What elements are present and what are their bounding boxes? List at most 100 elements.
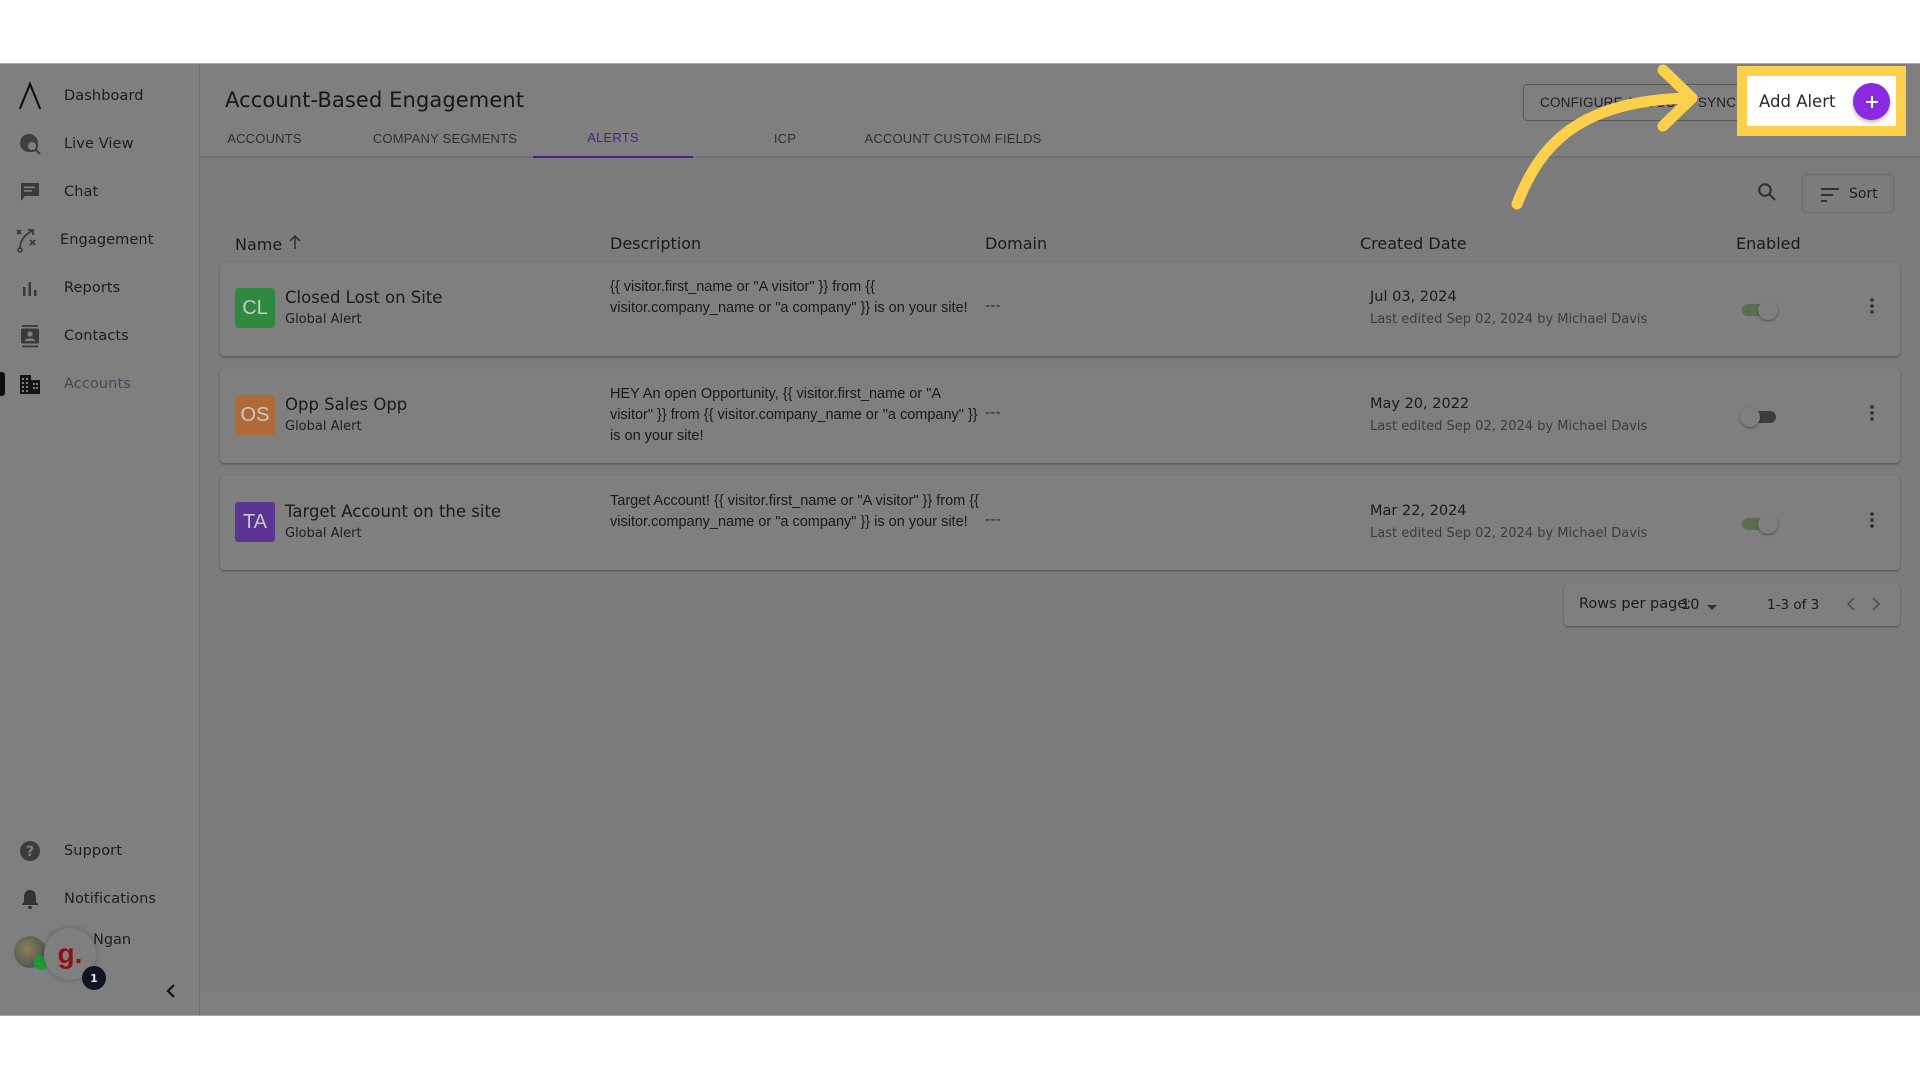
sidebar-item-chat[interactable]: Chat	[0, 172, 199, 212]
configure-account-sync-button[interactable]: CONFIGURE ACCOUNT SYNC	[1523, 84, 1753, 121]
add-alert-button[interactable]: Add Alert	[1747, 76, 1896, 126]
alert-avatar: TA	[235, 502, 275, 542]
enabled-toggle[interactable]	[1740, 300, 1778, 320]
alert-name: Closed Lost on Site	[285, 288, 443, 307]
table-row[interactable]: OS Opp Sales Opp Global Alert HEY An ope…	[220, 369, 1900, 463]
tab-accounts[interactable]: ACCOUNTS	[212, 118, 317, 158]
sidebar-item-contacts[interactable]: Contacts	[0, 316, 199, 356]
enabled-toggle[interactable]	[1740, 514, 1778, 534]
row-menu-button[interactable]	[1860, 296, 1884, 320]
alert-description: {{ visitor.first_name or "A visitor" }} …	[610, 279, 968, 316]
page-header: Account-Based Engagement ACCOUNTS COMPAN…	[200, 64, 1920, 158]
sidebar-item-label: Contacts	[64, 328, 129, 344]
rows-per-page-select[interactable]: 10	[1681, 594, 1721, 616]
sidebar-item-support[interactable]: ? Support	[0, 831, 199, 871]
chevron-right-icon	[1872, 596, 1881, 615]
last-edited: Last edited Sep 02, 2024 by Michael Davi…	[1370, 312, 1648, 327]
created-date: Jul 03, 2024	[1370, 289, 1457, 305]
tab-company-segments[interactable]: COMPANY SEGMENTS	[365, 118, 525, 158]
app-screenshot: Dashboard Live View Chat Engagement Repo…	[0, 63, 1920, 1016]
row-menu-button[interactable]	[1860, 403, 1884, 427]
alert-domain: ---	[985, 512, 1001, 528]
sidebar-item-engagement[interactable]: Engagement	[0, 220, 199, 260]
notification-badge: 1	[82, 966, 106, 990]
sidebar-item-label: Support	[64, 843, 123, 859]
sidebar-item-label: Accounts	[64, 376, 131, 392]
collapse-sidebar-button[interactable]	[160, 982, 182, 1004]
page-title: Account-Based Engagement	[225, 88, 525, 112]
row-menu-button[interactable]	[1860, 510, 1884, 534]
alert-avatar: CL	[235, 288, 275, 328]
more-vertical-icon	[1870, 512, 1874, 532]
alert-type: Global Alert	[285, 419, 362, 434]
alert-domain: ---	[985, 298, 1001, 314]
sidebar-item-accounts[interactable]: Accounts	[0, 364, 199, 404]
alert-type: Global Alert	[285, 526, 362, 541]
sidebar-item-dashboard[interactable]: Dashboard	[0, 76, 199, 116]
strategy-icon	[14, 228, 38, 253]
alert-name: Target Account on the site	[285, 502, 502, 521]
rows-per-page-label: Rows per page:	[1579, 596, 1692, 612]
table-row[interactable]: TA Target Account on the site Global Ale…	[220, 476, 1900, 570]
add-alert-label: Add Alert	[1759, 91, 1836, 111]
last-edited: Last edited Sep 02, 2024 by Michael Davi…	[1370, 419, 1648, 434]
bar-chart-icon	[18, 276, 42, 300]
main-content: Account-Based Engagement ACCOUNTS COMPAN…	[200, 64, 1920, 1015]
help-circle-icon: ?	[18, 839, 42, 863]
globe-search-icon	[18, 132, 42, 156]
building-icon	[18, 372, 42, 396]
created-date: Mar 22, 2024	[1370, 503, 1467, 519]
sidebar-item-notifications[interactable]: Notifications	[0, 879, 199, 919]
created-date: May 20, 2022	[1370, 396, 1470, 412]
sidebar-item-label: Reports	[64, 280, 121, 296]
column-label: Name	[235, 234, 283, 254]
sidebar-item-label: Dashboard	[64, 88, 144, 104]
sidebar-item-label: Chat	[64, 184, 99, 200]
add-alert-highlight: Add Alert	[1737, 66, 1906, 136]
sort-ascending-icon	[288, 234, 302, 254]
bell-icon	[18, 887, 42, 911]
alert-type: Global Alert	[285, 312, 362, 327]
caret-down-icon	[1707, 596, 1718, 615]
column-header-created-date: Created Date	[1360, 234, 1467, 253]
column-header-name[interactable]: Name	[235, 234, 302, 254]
table-row[interactable]: CL Closed Lost on Site Global Alert {{ v…	[220, 262, 1900, 356]
contacts-icon	[18, 324, 42, 348]
next-page-button[interactable]	[1866, 594, 1886, 616]
user-name: Ngan	[93, 932, 132, 948]
search-icon	[1757, 182, 1777, 206]
footer-strip	[200, 991, 1920, 1015]
last-edited: Last edited Sep 02, 2024 by Michael Davi…	[1370, 526, 1648, 541]
column-header-description: Description	[610, 234, 702, 253]
logo-caret-icon	[18, 81, 42, 110]
more-vertical-icon	[1870, 298, 1874, 318]
tab-account-custom-fields[interactable]: ACCOUNT CUSTOM FIELDS	[848, 118, 1058, 158]
plus-icon	[1853, 83, 1890, 120]
sidebar-item-reports[interactable]: Reports	[0, 268, 199, 308]
pagination: Rows per page: 10 1-3 of 3	[1564, 584, 1900, 626]
tab-icp[interactable]: ICP	[730, 118, 840, 158]
more-vertical-icon	[1870, 405, 1874, 425]
active-indicator	[0, 372, 5, 396]
sidebar-item-label: Notifications	[64, 891, 157, 907]
tab-alerts[interactable]: ALERTS	[533, 118, 693, 158]
search-button[interactable]	[1753, 180, 1781, 208]
sort-button[interactable]: Sort	[1802, 174, 1894, 213]
svg-text:?: ?	[26, 844, 34, 860]
column-header-enabled: Enabled	[1736, 234, 1801, 253]
alert-description: Target Account! {{ visitor.first_name or…	[610, 493, 979, 530]
sidebar-item-live-view[interactable]: Live View	[0, 124, 199, 164]
alert-domain: ---	[985, 405, 1001, 421]
sort-label: Sort	[1849, 185, 1878, 202]
previous-page-button[interactable]	[1841, 594, 1861, 616]
enabled-toggle[interactable]	[1740, 407, 1778, 427]
chat-icon	[18, 180, 42, 204]
rows-per-page-value: 10	[1681, 597, 1700, 613]
alert-avatar: OS	[235, 395, 275, 435]
sidebar: Dashboard Live View Chat Engagement Repo…	[0, 64, 200, 1015]
sidebar-item-label: Engagement	[60, 232, 154, 248]
chevron-left-icon	[1846, 596, 1855, 615]
sort-icon	[1821, 187, 1841, 206]
column-header-domain: Domain	[985, 234, 1048, 253]
alert-description: HEY An open Opportunity, {{ visitor.firs…	[610, 386, 978, 444]
